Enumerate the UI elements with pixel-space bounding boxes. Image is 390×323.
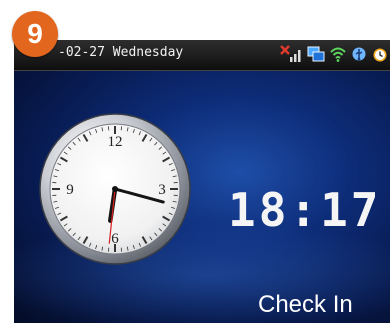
digital-time: 18:17 <box>228 183 382 237</box>
hour-label-9: 9 <box>66 182 74 198</box>
wifi-icon <box>330 47 346 62</box>
clock-center-pin <box>112 186 118 192</box>
hour-label-12: 12 <box>108 134 123 150</box>
alarm-clock-icon <box>373 48 387 62</box>
check-in-label: Check In <box>258 291 353 318</box>
device-screen: -02-27 Wednesday 12 3 6 9 18:17 Check In <box>14 40 390 323</box>
step-badge: 9 <box>12 11 58 57</box>
status-icons <box>280 45 388 63</box>
date-label: -02-27 Wednesday <box>58 45 184 60</box>
clock-screen: 12 3 6 9 18:17 Check In <box>14 71 390 323</box>
network-icon <box>307 46 325 62</box>
hour-label-3: 3 <box>158 182 166 198</box>
status-bar: -02-27 Wednesday <box>14 40 390 71</box>
signal-no-sim-icon <box>280 45 301 62</box>
analog-clock: 12 3 6 9 <box>39 113 191 265</box>
hour-label-6: 6 <box>111 231 119 247</box>
usb-icon <box>352 47 366 61</box>
